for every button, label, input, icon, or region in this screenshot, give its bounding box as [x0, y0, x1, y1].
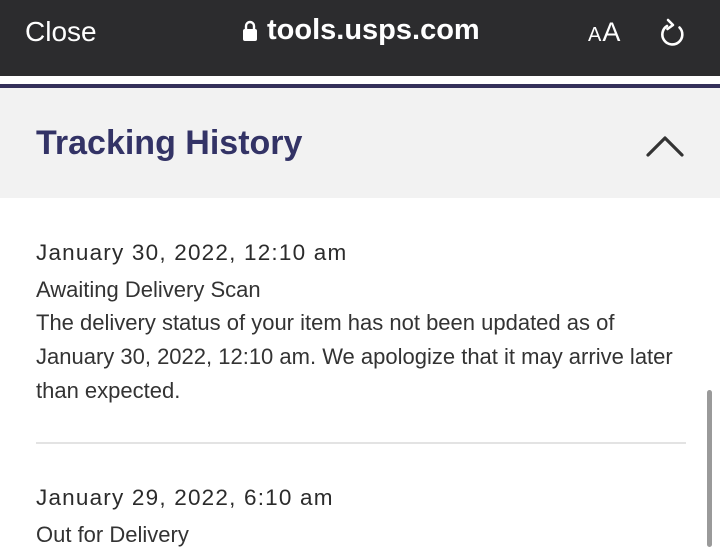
tracking-event: January 29, 2022, 6:10 am Out for Delive… — [36, 485, 696, 551]
event-divider — [36, 442, 686, 444]
scrollbar[interactable] — [707, 390, 712, 547]
text-size-small-label: A — [588, 24, 603, 46]
text-size-button[interactable]: AA — [588, 17, 621, 48]
browser-toolbar: Close tools.usps.com AA — [0, 0, 720, 76]
lock-icon — [243, 20, 257, 41]
tracking-history-header[interactable]: Tracking History — [0, 88, 720, 198]
text-size-large-label: A — [602, 17, 622, 47]
reload-icon[interactable] — [657, 16, 689, 50]
event-date: January 30, 2022, 12:10 am — [36, 240, 348, 265]
tracking-event: January 30, 2022, 12:10 am Awaiting Deli… — [36, 240, 696, 408]
event-description: The delivery status of your item has not… — [36, 310, 673, 403]
event-status: Awaiting Delivery Scan — [36, 277, 261, 302]
close-button[interactable]: Close — [25, 16, 97, 48]
section-title: Tracking History — [36, 124, 303, 162]
event-status: Out for Delivery — [36, 522, 189, 547]
event-date: January 29, 2022, 6:10 am — [36, 485, 334, 510]
address-bar[interactable]: tools.usps.com — [242, 14, 480, 47]
chevron-up-icon[interactable] — [645, 134, 685, 158]
url-text: tools.usps.com — [267, 14, 480, 46]
